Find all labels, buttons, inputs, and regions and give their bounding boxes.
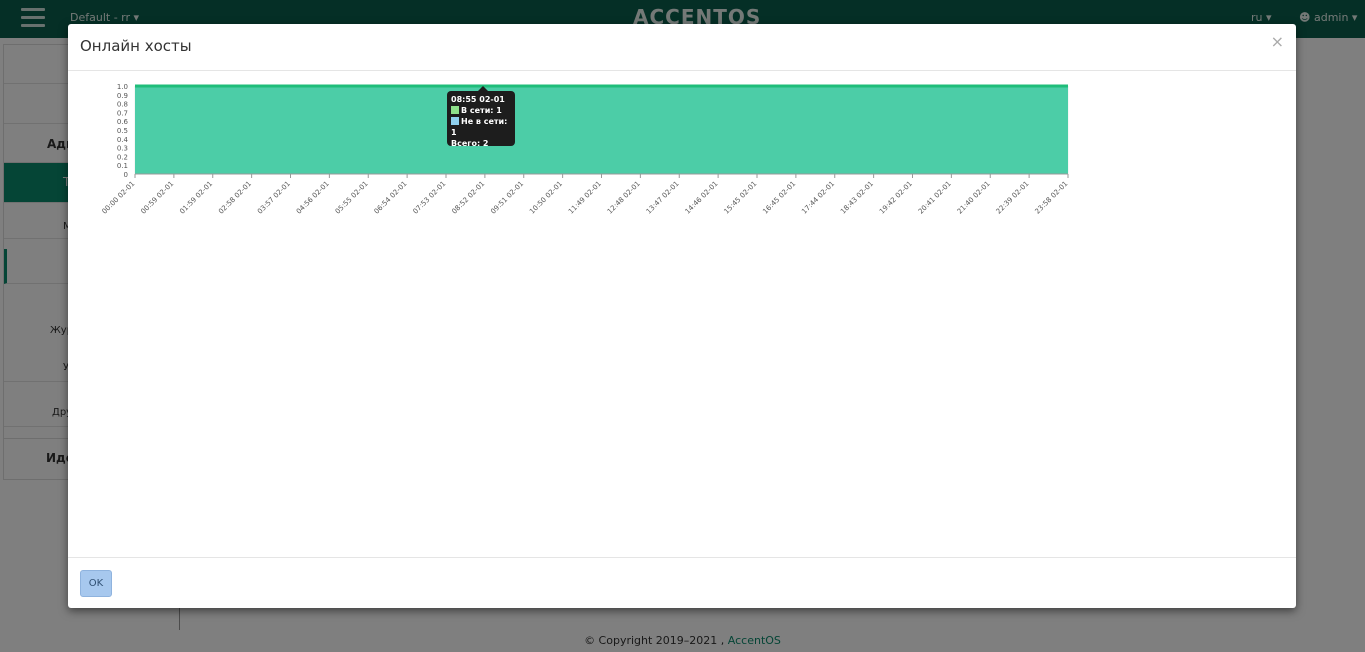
tooltip-time: 08:55 02-01 (451, 95, 505, 104)
modal-footer: OK (68, 557, 1296, 609)
y-tick-label: 0 (124, 171, 128, 179)
y-tick-label: 0.1 (117, 162, 128, 170)
chart-tooltip: 08:55 02-01 В сети: 1 Не в сети: 1 Всего… (447, 86, 515, 148)
x-tick-label: 19:42 02-01 (878, 180, 914, 216)
series-area-online (135, 86, 1068, 174)
tooltip-online: В сети: 1 (451, 105, 511, 116)
x-tick-label: 00:59 02-01 (139, 180, 175, 216)
y-tick-label: 0.2 (117, 153, 128, 161)
x-tick-label: 01:59 02-01 (178, 180, 214, 216)
x-tick-label: 10:50 02-01 (528, 180, 564, 216)
online-swatch (451, 106, 459, 114)
x-tick-label: 18:43 02-01 (839, 180, 875, 216)
x-tick-label: 17:44 02-01 (800, 180, 836, 216)
y-tick-label: 0.8 (117, 101, 128, 109)
y-tick-label: 0.9 (117, 92, 128, 100)
online-hosts-chart: 00.10.20.30.40.50.60.70.80.91.0 00:00 02… (101, 83, 1070, 216)
x-tick-label: 07:53 02-01 (412, 180, 448, 216)
x-tick-label: 20:41 02-01 (917, 180, 953, 216)
offline-swatch (451, 117, 459, 125)
x-tick-label: 02:58 02-01 (217, 180, 253, 216)
close-icon[interactable]: × (1271, 32, 1284, 51)
x-tick-label: 06:54 02-01 (373, 180, 409, 216)
y-tick-label: 0.3 (117, 145, 128, 153)
x-tick-label: 00:00 02-01 (101, 180, 137, 216)
y-tick-label: 1.0 (117, 83, 128, 91)
x-tick-label: 13:47 02-01 (645, 180, 681, 216)
ok-button[interactable]: OK (80, 570, 112, 597)
x-tick-label: 11:49 02-01 (567, 180, 603, 216)
tooltip-total: Всего: 2 (451, 139, 489, 148)
x-tick-label: 03:57 02-01 (256, 180, 292, 216)
x-tick-label: 22:39 02-01 (995, 180, 1031, 216)
x-tick-label: 12:48 02-01 (606, 180, 642, 216)
x-tick-label: 23:58 02-01 (1034, 180, 1070, 216)
y-tick-label: 0.5 (117, 127, 128, 135)
x-tick-label: 15:45 02-01 (723, 180, 759, 216)
y-tick-label: 0.6 (117, 118, 129, 126)
x-axis: 00:00 02-01 00:59 02-01 01:59 02-01 02:58 0… (101, 173, 1070, 216)
y-tick-label: 0.7 (117, 109, 128, 117)
x-tick-label: 08:52 02-01 (450, 180, 486, 216)
y-axis: 00.10.20.30.40.50.60.70.80.91.0 (117, 83, 129, 179)
modal-header: Онлайн хосты × (68, 24, 1296, 71)
x-tick-label: 09:51 02-01 (489, 180, 525, 216)
online-hosts-dialog: Онлайн хосты × 0 0.1 0.2 0.3 0.4 0.5 0.6 0.7 0.8… (68, 24, 1296, 608)
x-tick-label: 05:55 02-01 (334, 180, 370, 216)
x-tick-label: 16:45 02-01 (761, 180, 797, 216)
x-tick-label: 14:46 02-01 (684, 180, 720, 216)
x-tick-label: 04:56 02-01 (295, 180, 331, 216)
tooltip-offline: Не в сети: 1 (451, 117, 508, 137)
x-tick-label: 21:40 02-01 (956, 180, 992, 216)
modal-title: Онлайн хосты (80, 37, 192, 55)
y-tick-label: 0.4 (117, 136, 129, 144)
